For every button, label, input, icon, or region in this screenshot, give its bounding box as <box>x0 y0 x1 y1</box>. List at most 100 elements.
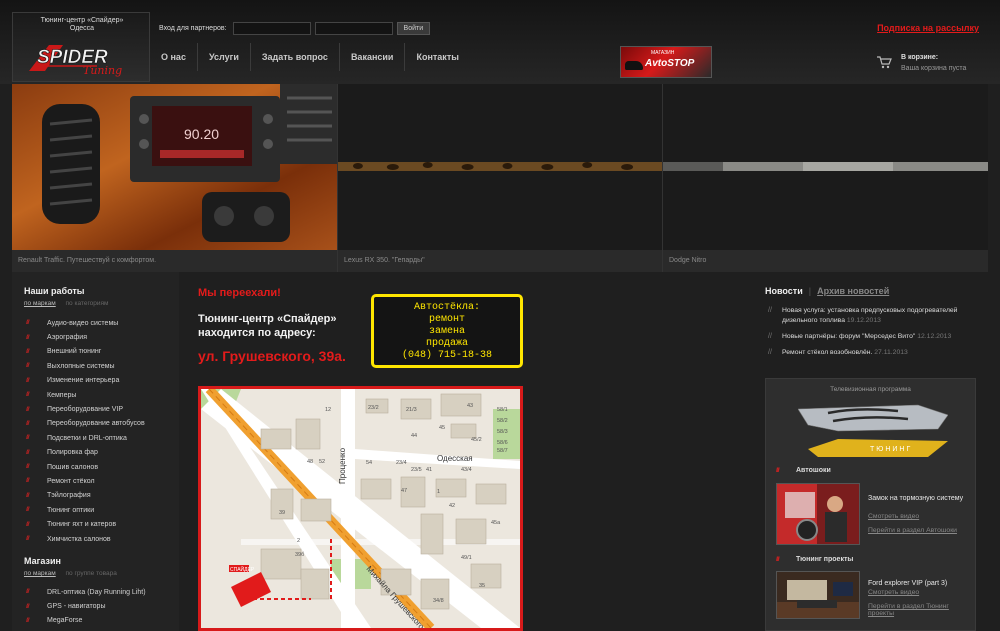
location-map[interactable]: СПАЙДЕР Одесская Проценко Михайла Грушев… <box>198 386 523 631</box>
subscribe-link[interactable]: Подписка на рассылку <box>877 23 979 33</box>
slide-caption: Renault Traffic. Путешествуй с комфортом… <box>12 250 337 272</box>
nav-contacts[interactable]: Контакты <box>405 43 469 71</box>
tuning-project-item-title[interactable]: Ford explorer VIP (part 3) <box>868 579 968 588</box>
slide-caption: Lexus RX 350. "Гепарды" <box>338 250 662 272</box>
tuning-project-watch-link[interactable]: Смотреть видео <box>868 589 919 596</box>
tuning-projects-header: //// Тюнинг проекты <box>776 556 853 563</box>
red-arrows-icon: //// <box>26 492 30 499</box>
map-num: 58/7 <box>497 448 508 454</box>
nav-ask-question[interactable]: Задать вопрос <box>251 43 340 71</box>
red-arrows-icon: //// <box>776 556 780 563</box>
works-item-campers[interactable]: //// Кемперы <box>26 388 176 402</box>
works-menu: //// Аудио-видео системы //// Аэрография /… <box>26 316 176 546</box>
works-item-interior[interactable]: //// Изменение интерьера <box>26 374 176 388</box>
dashboard-photo: 90.20 <box>12 84 337 250</box>
autoglass-ad[interactable]: Автостёкла: ремонт замена продажа (048) … <box>371 294 523 368</box>
menu-item-label: Переоборудование автобусов <box>47 420 145 428</box>
works-item-yachts[interactable]: //// Тюнинг яхт и катеров <box>26 517 176 531</box>
shop-tab-by-group[interactable]: по группе товара <box>66 570 117 577</box>
news-item[interactable]: // Новая услуга: установка предпусковых … <box>765 306 987 326</box>
autoshocks-header: //// Автошоки <box>776 467 831 474</box>
menu-item-label: Химчистка салонов <box>47 535 111 543</box>
partner-login-input[interactable] <box>232 21 311 35</box>
partner-password-input[interactable] <box>314 21 393 35</box>
video-thumbnail <box>777 484 859 544</box>
works-item-vip[interactable]: //// Переоборудование VIP <box>26 402 176 416</box>
autoshocks-item-title[interactable]: Замок на тормозную систему <box>868 494 968 503</box>
menu-item-label: Полировка фар <box>47 449 98 457</box>
tv-program-box: Телевизионная программа ТЮНИНГ //// Авто… <box>765 378 976 631</box>
menu-item-label: Тэйлография <box>47 492 91 500</box>
works-item-optics[interactable]: //// Тюнинг оптики <box>26 503 176 517</box>
map-num: 1 <box>437 489 440 495</box>
works-item-buses[interactable]: //// Переоборудование автобусов <box>26 417 176 431</box>
red-arrows-icon: //// <box>26 449 30 456</box>
red-arrows-icon: //// <box>26 435 30 442</box>
works-item-tailography[interactable]: //// Тэйлография <box>26 489 176 503</box>
slide-dodge[interactable]: Dodge Nitro <box>663 84 988 272</box>
cart-title: В корзине: <box>901 54 939 61</box>
map-num: 45/2 <box>471 437 482 443</box>
nav-about[interactable]: О нас <box>150 43 198 71</box>
red-arrows-icon: //// <box>26 589 30 596</box>
works-item-exterior[interactable]: //// Внешний тюнинг <box>26 345 176 359</box>
map-num: 35 <box>479 583 485 589</box>
shop-item-gps[interactable]: //// GPS - навигаторы <box>26 599 176 613</box>
logo-caption-line1: Тюнинг-центр «Спайдер» <box>40 17 124 24</box>
map-num: 23/4 <box>396 460 407 466</box>
works-item-glass-repair[interactable]: //// Ремонт стёкол <box>26 474 176 488</box>
map-num: 48 <box>307 459 313 465</box>
autoshocks-watch-link[interactable]: Смотреть видео <box>868 513 919 520</box>
news-text: Новые партнёры: форум "Мерседес Вито" <box>782 333 916 340</box>
map-num: 34/8 <box>433 598 444 604</box>
tuning-projects-section-link[interactable]: Перейти в раздел Тюнинг проекты <box>868 603 975 617</box>
map-num: 49/1 <box>461 555 472 561</box>
map-num: 23/2 <box>368 405 379 411</box>
tv-show-logo[interactable]: ТЮНИНГ <box>798 399 948 457</box>
tv-logo-text: ТЮНИНГ <box>870 446 912 453</box>
map-num: 43/4 <box>461 467 472 473</box>
menu-item-label: Тюнинг оптики <box>47 506 95 514</box>
spider-logo-icon: SPIDER Tuning <box>29 45 122 77</box>
login-button[interactable]: Войти <box>396 21 431 35</box>
slide-renault[interactable]: 90.20 Renault Traffic. Путешествуй с ком… <box>12 84 338 272</box>
works-item-audio[interactable]: //// Аудио-видео системы <box>26 316 176 330</box>
autoshocks-thumbnail[interactable] <box>776 483 860 545</box>
avtostop-banner[interactable]: МАГАЗИН AvtoSTOP <box>620 46 712 78</box>
news-item[interactable]: // Новые партнёры: форум "Мерседес Вито"… <box>765 332 987 342</box>
map-num: 58/2 <box>497 418 508 424</box>
works-item-cleaning[interactable]: //// Химчистка салонов <box>26 532 176 546</box>
works-item-drl[interactable]: //// Подсветки и DRL-оптика <box>26 431 176 445</box>
cart[interactable]: В корзине: Ваша корзина пуста <box>876 52 986 76</box>
works-item-airbrush[interactable]: //// Аэрография <box>26 330 176 344</box>
news-item[interactable]: // Ремонт стёкол возобновлён. 27.11.2013 <box>765 348 987 358</box>
partners-label: Вход для партнеров: <box>159 24 227 32</box>
slide-image <box>663 84 988 250</box>
shop-tab-by-brand[interactable]: по маркам <box>24 570 56 577</box>
works-item-polishing[interactable]: //// Полировка фар <box>26 446 176 460</box>
red-arrows-icon: //// <box>26 521 30 528</box>
works-item-exhaust[interactable]: //// Выхлопные системы <box>26 359 176 373</box>
menu-item-label: Кемперы <box>47 391 77 399</box>
tab-news-archive[interactable]: Архив новостей <box>817 286 889 296</box>
works-tab-by-category[interactable]: по категориям <box>66 300 109 307</box>
autoshocks-section-link[interactable]: Перейти в раздел Автошоки <box>868 527 957 534</box>
shop-item-megaforse[interactable]: //// MegaForse <box>26 614 176 628</box>
glass-line: ремонт <box>428 314 465 325</box>
address: ул. Грушевского, 39а. <box>198 348 346 364</box>
tuning-project-thumbnail[interactable] <box>776 571 860 619</box>
car-icon <box>625 61 643 70</box>
tab-news[interactable]: Новости <box>765 286 803 296</box>
logo[interactable]: Тюнинг-центр «Спайдер» Одесса SPIDER Tun… <box>12 12 150 82</box>
banner-title: AvtoSTOP <box>645 58 695 69</box>
works-tab-by-brand[interactable]: по маркам <box>24 300 56 307</box>
video-thumbnail <box>777 572 859 618</box>
nav-vacancies[interactable]: Вакансии <box>340 43 406 71</box>
red-arrows-icon: //// <box>26 406 30 413</box>
shop-item-drl[interactable]: //// DRL-оптика (Day Running Liht) <box>26 585 176 599</box>
slide-lexus[interactable]: Lexus RX 350. "Гепарды" <box>338 84 663 272</box>
works-item-upholstery[interactable]: //// Пошив салонов <box>26 460 176 474</box>
red-arrows-icon: //// <box>26 392 30 399</box>
map-num: 52 <box>319 459 325 465</box>
nav-services[interactable]: Услуги <box>198 43 251 71</box>
